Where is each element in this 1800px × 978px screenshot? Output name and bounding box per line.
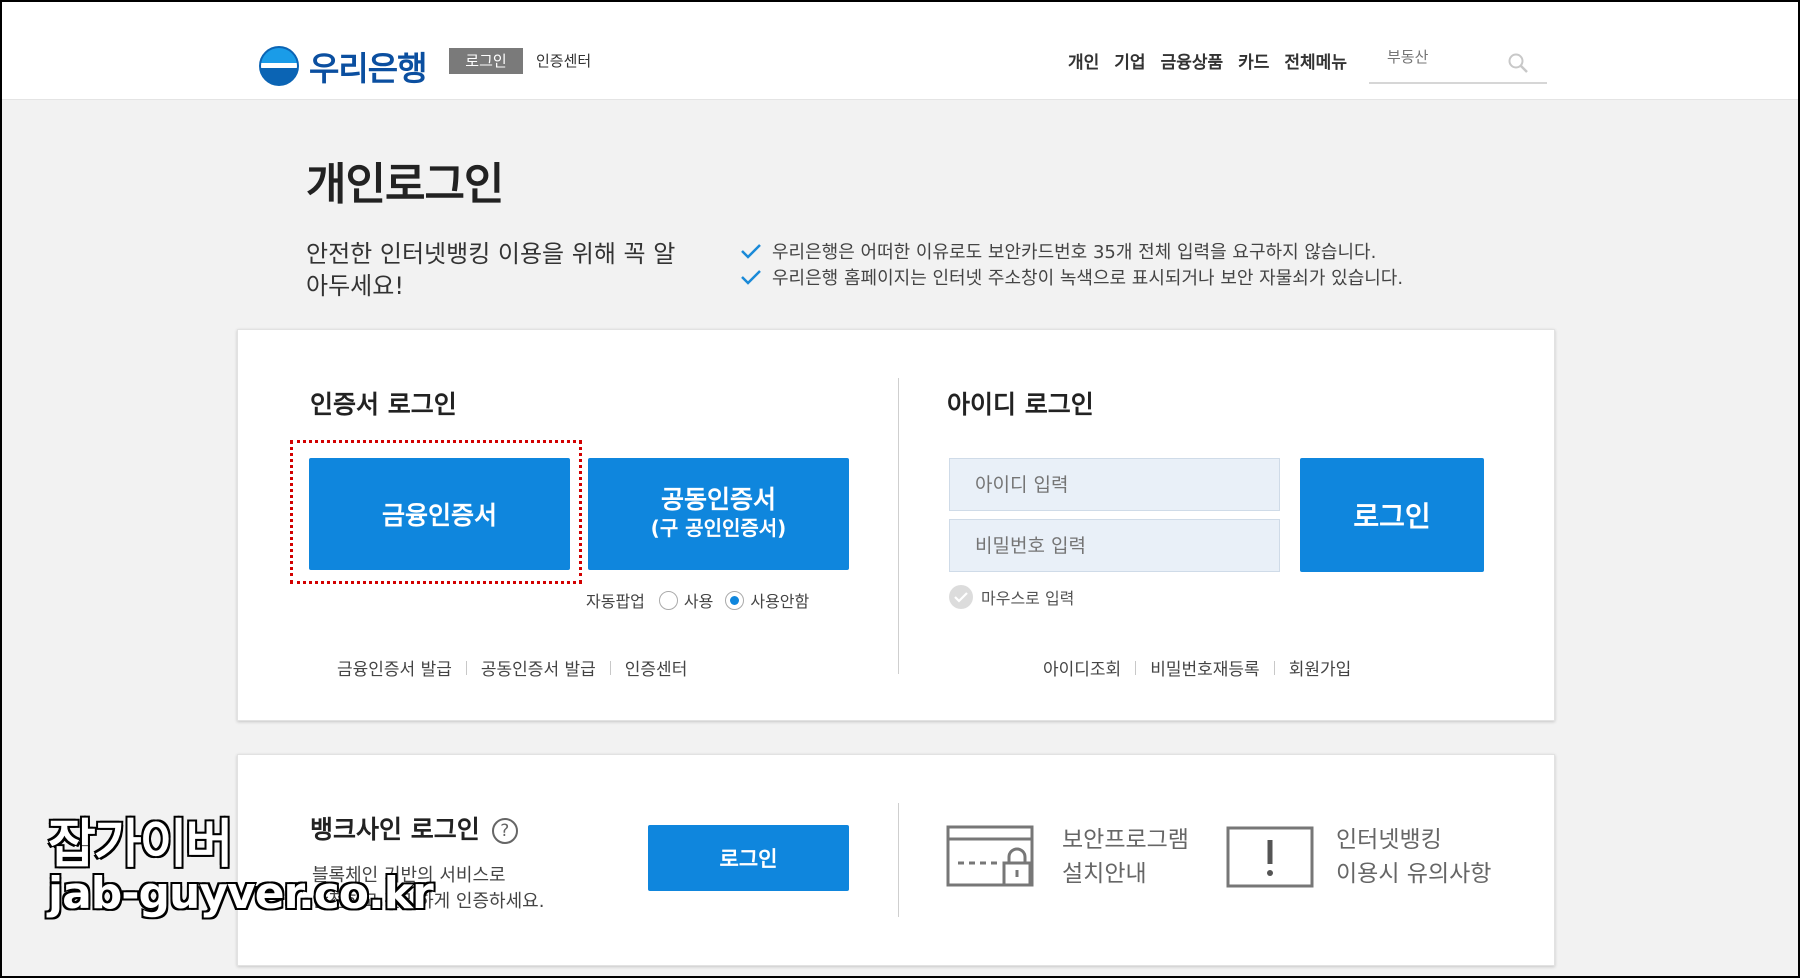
nav-item-business[interactable]: 기업 [1114,48,1145,73]
id-input[interactable] [949,458,1280,511]
warning-box-icon [1226,826,1314,888]
link-separator [1135,660,1137,675]
banksign-login-label: 로그인 [719,847,778,871]
notice-item: 우리은행 홈페이지는 인터넷 주소창이 녹색으로 표시되거나 보안 자물쇠가 있… [740,264,1403,290]
security-program-link[interactable]: 보안프로그램 설치안내 [946,823,1189,891]
popup-use-radio[interactable] [658,590,678,610]
password-input[interactable] [949,519,1280,572]
auto-popup-label: 자동팝업 [586,592,645,611]
search-box [1369,42,1547,84]
joint-cert-label: 공동인증서 [660,485,776,514]
financial-cert-button[interactable]: 금융인증서 [309,458,570,570]
watermark-url: jab-guyver.co.kr [47,867,435,920]
header-login-button[interactable]: 로그인 [449,48,523,74]
security-notice-heading: 안전한 인터넷뱅킹 이용을 위해 꼭 알아두세요! [306,240,676,300]
cert-center-link[interactable]: 인증센터 [625,655,688,680]
link-separator [1273,660,1275,675]
joint-cert-sublabel: (구 공인인증서) [650,516,787,540]
popup-use-label: 사용 [683,592,714,611]
mouse-input-check-icon[interactable] [949,585,973,609]
mouse-input-option[interactable]: 마우스로 입력 [949,585,1074,609]
cert-login-title: 인증서 로그인 [310,390,457,419]
logo-text: 우리은행 [309,49,427,88]
woori-bank-logo[interactable]: 우리은행 [259,42,427,90]
financial-cert-issue-link[interactable]: 금융인증서 발급 [337,655,452,680]
page-title: 개인로그인 [306,159,504,210]
id-links: 아이디조회 비밀번호재등록 회원가입 [1043,655,1351,680]
find-id-link[interactable]: 아이디조회 [1043,655,1121,680]
banking-caution-line2: 이용시 유의사항 [1336,861,1492,887]
joint-cert-issue-link[interactable]: 공동인증서 발급 [481,655,596,680]
watermark-title: 잡가이버 [47,814,234,876]
banksign-title: 뱅크사인 로그인 [310,815,480,844]
search-icon[interactable] [1507,52,1529,74]
security-program-line1: 보안프로그램 [1062,827,1189,853]
reset-password-link[interactable]: 비밀번호재등록 [1150,655,1259,680]
popup-off-label: 사용안함 [750,592,810,611]
security-program-text: 보안프로그램 설치안내 [1062,823,1189,891]
link-separator [609,660,611,675]
nav-item-card[interactable]: 카드 [1238,48,1269,73]
check-icon [741,270,761,285]
browser-frame: 우리은행 로그인 인증센터 개인 기업 금융상품 카드 전체메뉴 개인로그인 안… [2,2,1798,976]
nav-item-personal[interactable]: 개인 [1068,48,1099,73]
check-icon [741,244,761,259]
help-icon[interactable]: ? [491,818,518,844]
link-separator [465,660,467,675]
mouse-input-label: 마우스로 입력 [981,589,1075,608]
financial-cert-label: 금융인증서 [381,501,497,530]
banking-caution-line1: 인터넷뱅킹 [1336,827,1442,853]
banking-caution-link[interactable]: 인터넷뱅킹 이용시 유의사항 [1226,823,1491,891]
section-divider [898,378,899,674]
security-card-lock-icon [946,825,1034,887]
banksign-card: 뱅크사인 로그인? 블록체인 기반의 서비스로 안전하고 편리하게 인증하세요.… [237,754,1555,966]
popup-off-radio[interactable] [725,590,745,610]
id-login-button[interactable]: 로그인 [1300,458,1484,572]
woori-logo-icon [259,46,299,86]
cert-links: 금융인증서 발급 공동인증서 발급 인증센터 [337,655,687,680]
auto-popup-option: 자동팝업 사용 사용안함 [586,588,809,612]
notice-item: 우리은행은 어떠한 이유로도 보안카드번호 35개 전체 입력을 요구하지 않습… [740,238,1403,264]
banksign-title-row: 뱅크사인 로그인? [310,810,518,846]
security-program-line2: 설치안내 [1062,861,1147,887]
id-login-title: 아이디 로그인 [947,390,1094,419]
joint-cert-button[interactable]: 공동인증서 (구 공인인증서) [588,458,849,570]
security-notice-list: 우리은행은 어떠한 이유로도 보안카드번호 35개 전체 입력을 요구하지 않습… [740,238,1403,290]
signup-link[interactable]: 회원가입 [1289,655,1352,680]
id-login-label: 로그인 [1353,500,1431,533]
search-input[interactable] [1387,48,1507,66]
nav-item-all-menu[interactable]: 전체메뉴 [1284,48,1347,73]
notice-text: 우리은행은 어떠한 이유로도 보안카드번호 35개 전체 입력을 요구하지 않습… [772,242,1377,263]
section-divider [898,803,899,917]
site-header: 우리은행 로그인 인증센터 개인 기업 금융상품 카드 전체메뉴 [2,2,1798,100]
banking-caution-text: 인터넷뱅킹 이용시 유의사항 [1336,823,1491,891]
login-card: 인증서 로그인 금융인증서 공동인증서 (구 공인인증서) 자동팝업 사용 사용… [237,329,1555,721]
banksign-login-button[interactable]: 로그인 [648,825,849,891]
header-cert-center-link[interactable]: 인증센터 [536,50,591,71]
notice-text: 우리은행 홈페이지는 인터넷 주소창이 녹색으로 표시되거나 보안 자물쇠가 있… [772,268,1404,289]
global-nav: 개인 기업 금융상품 카드 전체메뉴 [1068,48,1347,73]
nav-item-products[interactable]: 금융상품 [1161,48,1224,73]
